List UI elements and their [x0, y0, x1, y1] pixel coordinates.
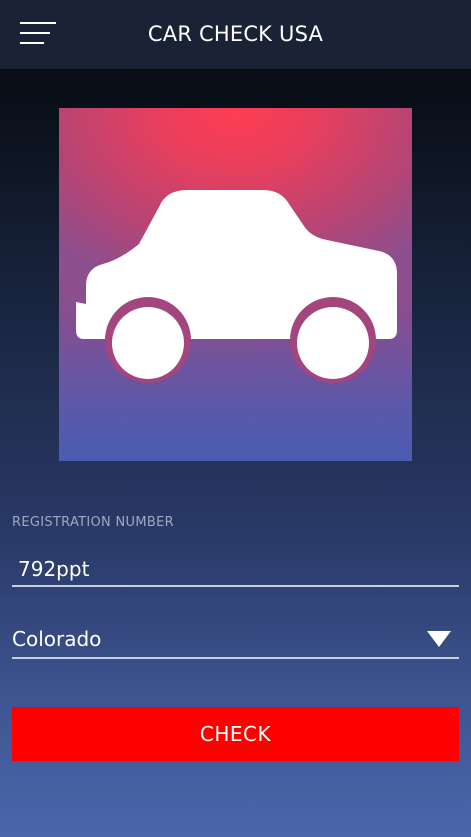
check-button[interactable]: CHECK	[12, 707, 459, 761]
registration-number-label: REGISTRATION NUMBER	[12, 515, 174, 530]
dropdown-arrow-icon	[427, 631, 451, 647]
app-bar: CAR CHECK USA	[0, 0, 471, 69]
car-icon	[76, 190, 397, 383]
app-title: CAR CHECK USA	[147, 22, 324, 46]
state-dropdown-value: Colorado	[12, 627, 102, 651]
registration-number-input[interactable]	[12, 553, 459, 587]
hero-image	[59, 108, 412, 461]
state-dropdown[interactable]: Colorado	[12, 624, 459, 659]
